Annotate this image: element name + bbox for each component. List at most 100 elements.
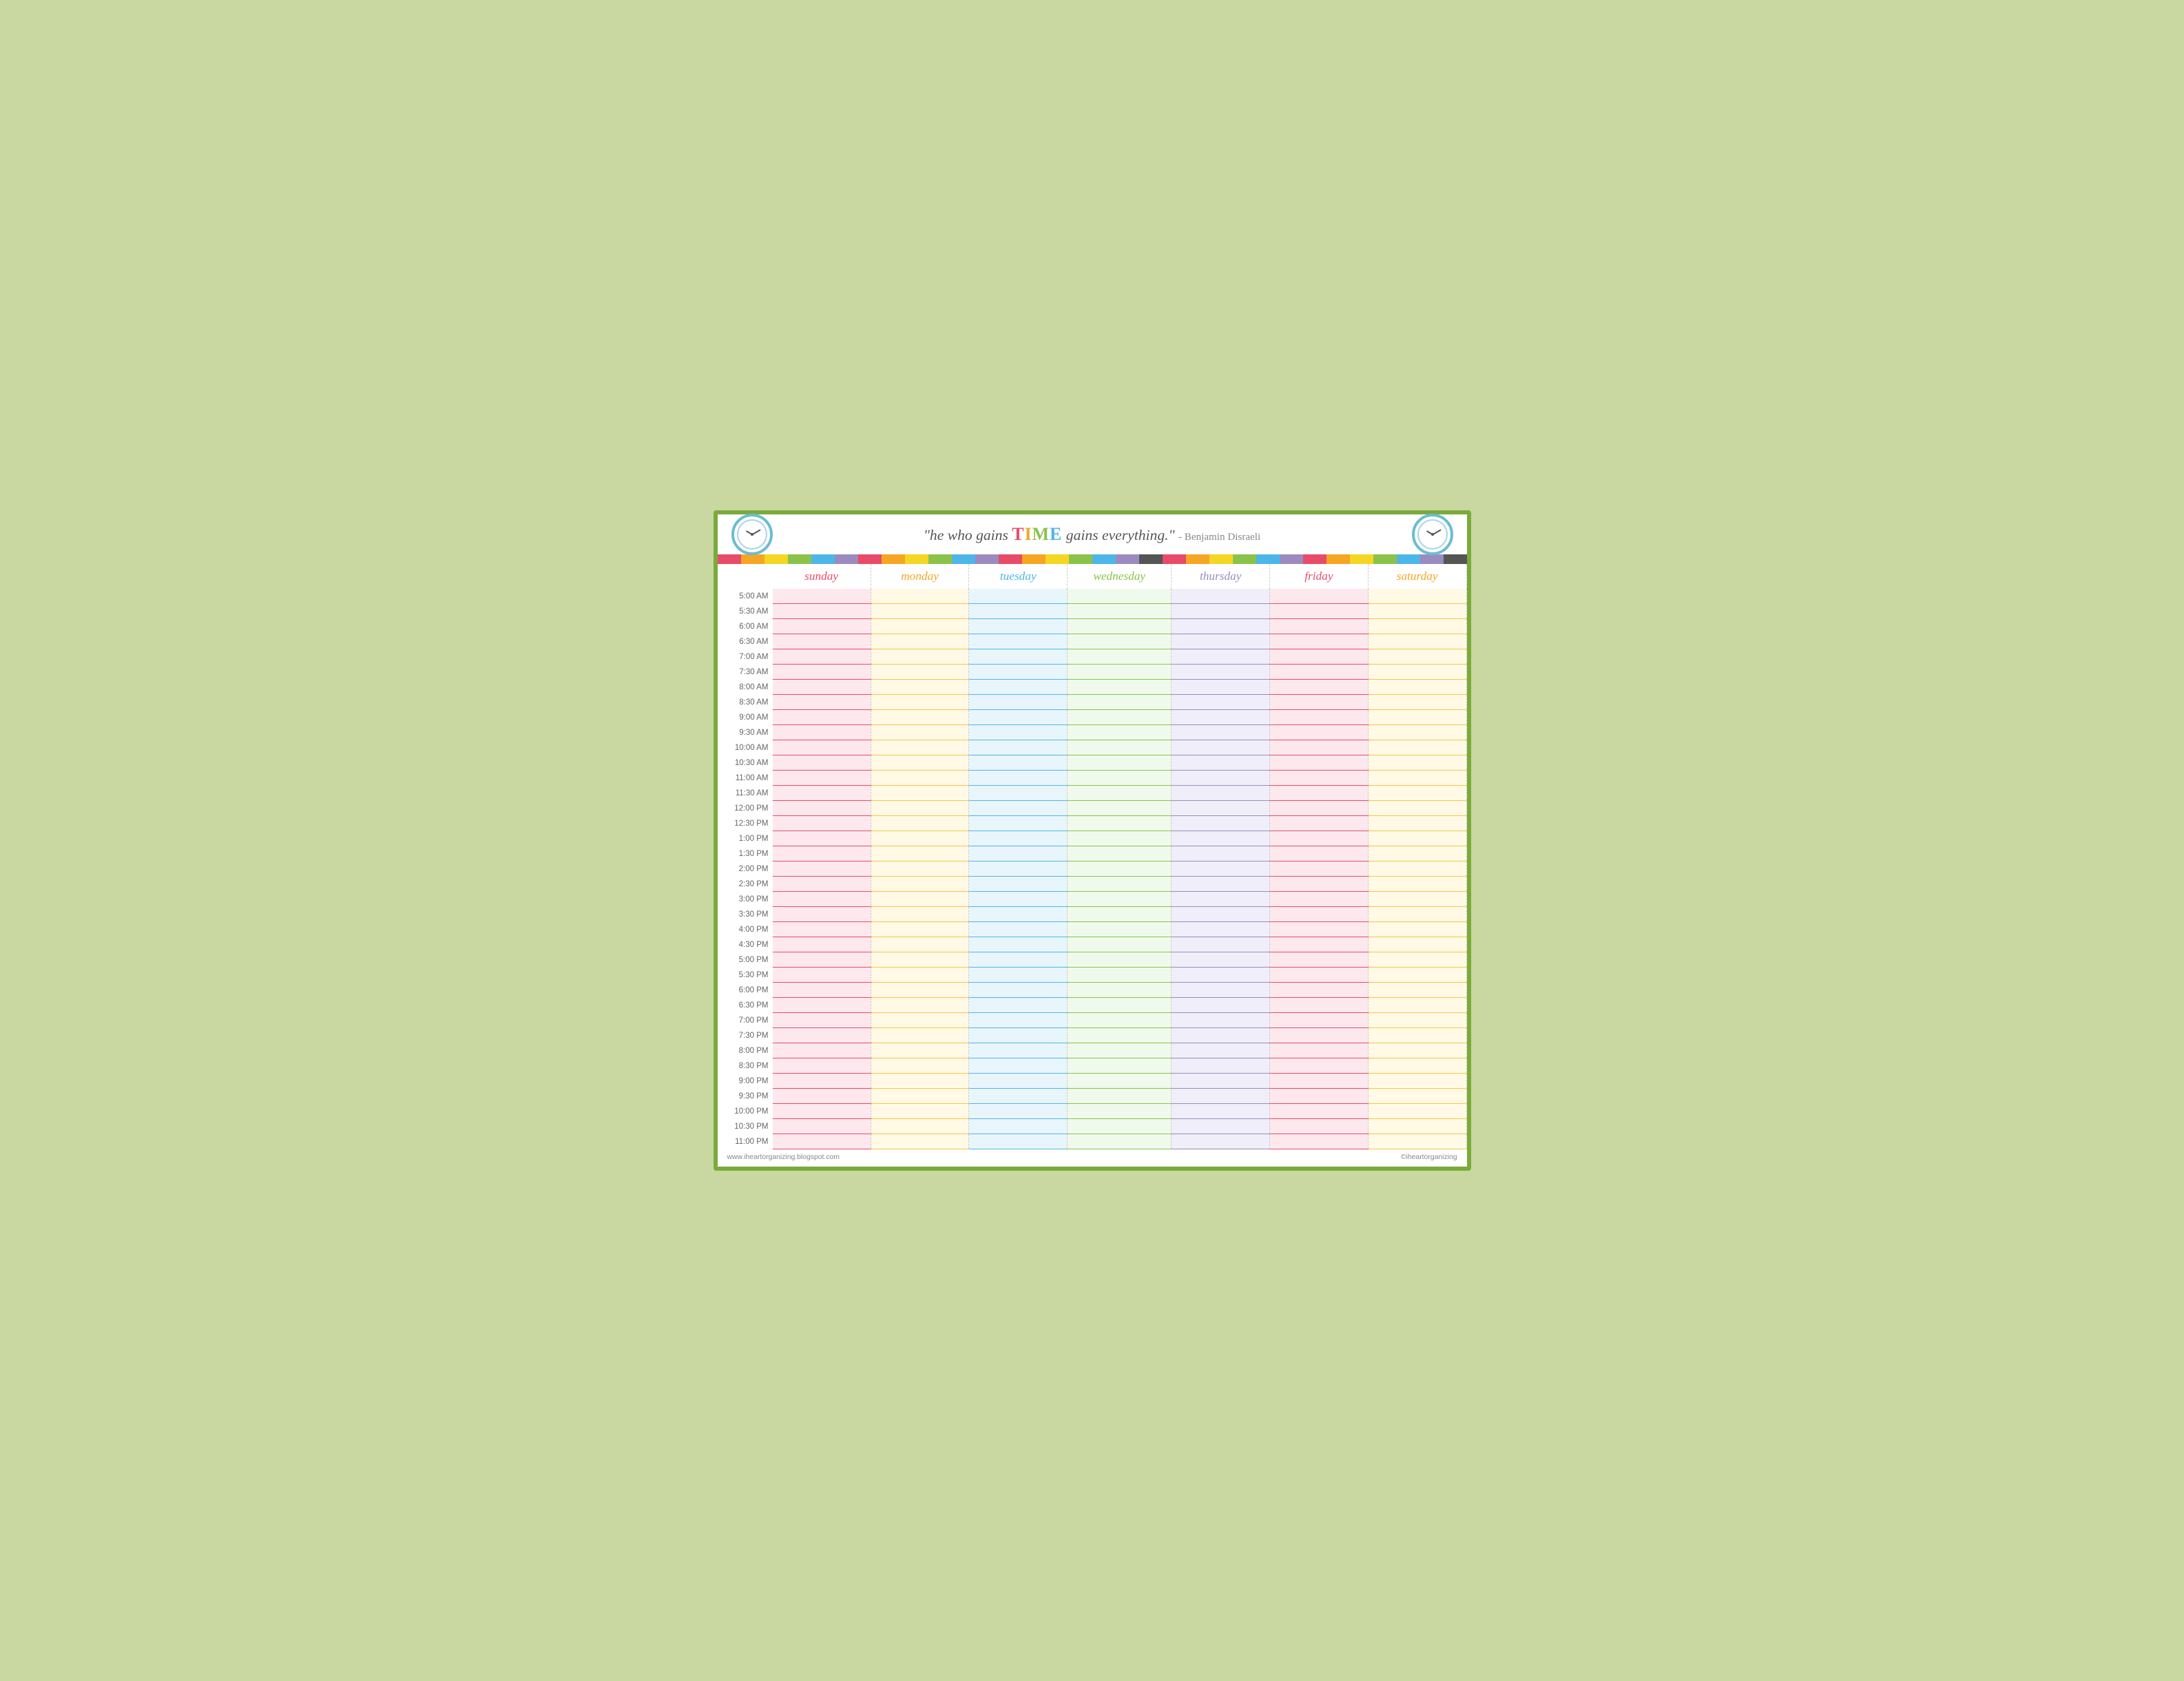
schedule-cell-sat[interactable] — [1368, 755, 1466, 771]
schedule-cell-sun[interactable] — [773, 695, 871, 710]
schedule-cell-tue[interactable] — [969, 695, 1068, 710]
schedule-cell-wed[interactable] — [1068, 695, 1172, 710]
schedule-cell-sat[interactable] — [1368, 695, 1466, 710]
schedule-cell-sun[interactable] — [773, 725, 871, 740]
schedule-cell-sun[interactable] — [773, 710, 871, 725]
schedule-cell-tue[interactable] — [969, 1074, 1068, 1089]
schedule-cell-fri[interactable] — [1270, 862, 1369, 877]
schedule-cell-tue[interactable] — [969, 1104, 1068, 1119]
schedule-cell-mon[interactable] — [871, 695, 969, 710]
schedule-cell-wed[interactable] — [1068, 937, 1172, 952]
schedule-cell-sun[interactable] — [773, 1104, 871, 1119]
schedule-cell-sun[interactable] — [773, 1028, 871, 1043]
schedule-cell-tue[interactable] — [969, 846, 1068, 862]
schedule-cell-thu[interactable] — [1172, 877, 1270, 892]
schedule-cell-sun[interactable] — [773, 755, 871, 771]
schedule-cell-tue[interactable] — [969, 922, 1068, 937]
schedule-cell-tue[interactable] — [969, 801, 1068, 816]
schedule-cell-thu[interactable] — [1172, 801, 1270, 816]
schedule-cell-fri[interactable] — [1270, 1089, 1369, 1104]
schedule-cell-thu[interactable] — [1172, 907, 1270, 922]
schedule-cell-sun[interactable] — [773, 937, 871, 952]
schedule-cell-wed[interactable] — [1068, 786, 1172, 801]
schedule-cell-wed[interactable] — [1068, 831, 1172, 846]
schedule-cell-mon[interactable] — [871, 922, 969, 937]
schedule-cell-mon[interactable] — [871, 786, 969, 801]
schedule-cell-thu[interactable] — [1172, 1058, 1270, 1074]
schedule-cell-tue[interactable] — [969, 1013, 1068, 1028]
schedule-cell-mon[interactable] — [871, 862, 969, 877]
schedule-cell-sat[interactable] — [1368, 740, 1466, 755]
schedule-cell-thu[interactable] — [1172, 831, 1270, 846]
schedule-cell-fri[interactable] — [1270, 634, 1369, 649]
schedule-cell-wed[interactable] — [1068, 1028, 1172, 1043]
schedule-cell-fri[interactable] — [1270, 816, 1369, 831]
schedule-cell-sat[interactable] — [1368, 1074, 1466, 1089]
schedule-cell-fri[interactable] — [1270, 1058, 1369, 1074]
schedule-cell-thu[interactable] — [1172, 695, 1270, 710]
schedule-cell-mon[interactable] — [871, 1013, 969, 1028]
schedule-cell-sun[interactable] — [773, 831, 871, 846]
schedule-cell-tue[interactable] — [969, 649, 1068, 665]
schedule-cell-mon[interactable] — [871, 937, 969, 952]
schedule-cell-sat[interactable] — [1368, 680, 1466, 695]
schedule-cell-thu[interactable] — [1172, 1013, 1270, 1028]
schedule-cell-wed[interactable] — [1068, 771, 1172, 786]
schedule-cell-fri[interactable] — [1270, 725, 1369, 740]
schedule-cell-sat[interactable] — [1368, 604, 1466, 619]
schedule-cell-sun[interactable] — [773, 998, 871, 1013]
schedule-cell-fri[interactable] — [1270, 952, 1369, 968]
schedule-cell-sat[interactable] — [1368, 801, 1466, 816]
schedule-cell-wed[interactable] — [1068, 740, 1172, 755]
schedule-cell-sun[interactable] — [773, 1074, 871, 1089]
schedule-cell-fri[interactable] — [1270, 589, 1369, 604]
schedule-cell-thu[interactable] — [1172, 604, 1270, 619]
schedule-cell-mon[interactable] — [871, 710, 969, 725]
schedule-cell-wed[interactable] — [1068, 877, 1172, 892]
schedule-cell-mon[interactable] — [871, 998, 969, 1013]
schedule-cell-tue[interactable] — [969, 1043, 1068, 1058]
schedule-cell-mon[interactable] — [871, 952, 969, 968]
schedule-cell-thu[interactable] — [1172, 862, 1270, 877]
schedule-cell-fri[interactable] — [1270, 846, 1369, 862]
schedule-cell-wed[interactable] — [1068, 1058, 1172, 1074]
schedule-cell-sat[interactable] — [1368, 1028, 1466, 1043]
schedule-cell-thu[interactable] — [1172, 619, 1270, 634]
schedule-cell-thu[interactable] — [1172, 1089, 1270, 1104]
schedule-cell-mon[interactable] — [871, 1074, 969, 1089]
schedule-cell-wed[interactable] — [1068, 907, 1172, 922]
schedule-cell-sun[interactable] — [773, 846, 871, 862]
schedule-cell-thu[interactable] — [1172, 649, 1270, 665]
schedule-cell-mon[interactable] — [871, 892, 969, 907]
schedule-cell-sat[interactable] — [1368, 1043, 1466, 1058]
schedule-cell-sat[interactable] — [1368, 1104, 1466, 1119]
schedule-cell-sun[interactable] — [773, 983, 871, 998]
schedule-cell-mon[interactable] — [871, 1089, 969, 1104]
schedule-cell-sun[interactable] — [773, 877, 871, 892]
schedule-cell-wed[interactable] — [1068, 1104, 1172, 1119]
schedule-cell-thu[interactable] — [1172, 725, 1270, 740]
schedule-cell-wed[interactable] — [1068, 680, 1172, 695]
schedule-cell-wed[interactable] — [1068, 755, 1172, 771]
schedule-cell-tue[interactable] — [969, 831, 1068, 846]
schedule-cell-sat[interactable] — [1368, 1089, 1466, 1104]
schedule-cell-fri[interactable] — [1270, 831, 1369, 846]
schedule-cell-thu[interactable] — [1172, 998, 1270, 1013]
schedule-cell-mon[interactable] — [871, 816, 969, 831]
schedule-cell-sun[interactable] — [773, 816, 871, 831]
schedule-cell-fri[interactable] — [1270, 604, 1369, 619]
schedule-cell-wed[interactable] — [1068, 725, 1172, 740]
schedule-cell-mon[interactable] — [871, 725, 969, 740]
schedule-cell-tue[interactable] — [969, 1089, 1068, 1104]
schedule-cell-sun[interactable] — [773, 786, 871, 801]
schedule-cell-tue[interactable] — [969, 1134, 1068, 1149]
schedule-cell-sun[interactable] — [773, 740, 871, 755]
schedule-cell-sun[interactable] — [773, 952, 871, 968]
schedule-cell-sun[interactable] — [773, 968, 871, 983]
schedule-cell-fri[interactable] — [1270, 892, 1369, 907]
schedule-cell-sat[interactable] — [1368, 619, 1466, 634]
schedule-cell-sat[interactable] — [1368, 1058, 1466, 1074]
schedule-cell-fri[interactable] — [1270, 740, 1369, 755]
schedule-cell-tue[interactable] — [969, 680, 1068, 695]
schedule-cell-tue[interactable] — [969, 862, 1068, 877]
